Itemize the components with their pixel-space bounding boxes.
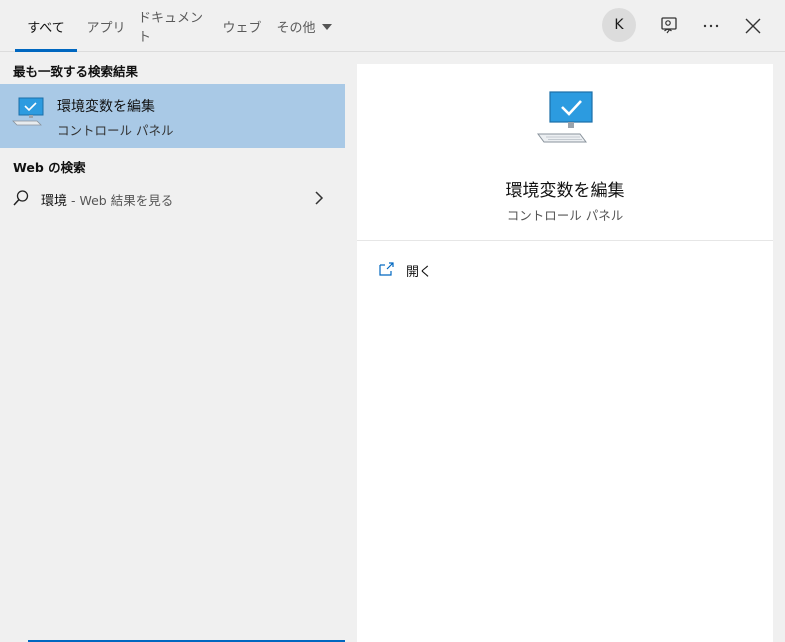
detail-card: 環境変数を編集 コントロール パネル 開く: [357, 64, 773, 642]
web-search-heading: Web の検索: [13, 160, 86, 175]
detail-title: 環境変数を編集: [505, 181, 625, 201]
chevron-down-icon: [321, 24, 332, 30]
tab-more[interactable]: その他: [272, 0, 336, 52]
search-tab-bar: すべて アプリ ドキュメント ウェブ その他 K: [0, 0, 785, 52]
computer-monitor-icon: [12, 97, 46, 131]
best-match-result[interactable]: 環境変数を編集 コントロール パネル: [0, 84, 345, 148]
tab-apps[interactable]: アプリ: [82, 0, 130, 52]
tab-all[interactable]: すべて: [15, 0, 77, 52]
more-options-icon[interactable]: [695, 10, 727, 42]
tab-web[interactable]: ウェブ: [220, 0, 264, 52]
web-query-text: 環境: [41, 194, 68, 209]
detail-subtitle: コントロール パネル: [506, 208, 624, 223]
chevron-right-icon[interactable]: [312, 190, 326, 210]
divider: [357, 240, 773, 241]
feedback-icon[interactable]: [653, 10, 685, 42]
best-match-name: 環境変数を編集: [57, 99, 155, 115]
search-icon: [12, 189, 30, 211]
results-pane: 最も一致する検索結果 環境変数を編集 コントロール パネル Web の検索 環境…: [0, 52, 345, 642]
web-result[interactable]: 環境 - Web 結果を見る: [0, 182, 345, 214]
open-action[interactable]: 開く: [379, 260, 432, 280]
best-match-subtitle: コントロール パネル: [57, 123, 174, 138]
open-action-label: 開く: [406, 264, 433, 280]
web-query-suffix: - Web 結果を見る: [67, 193, 174, 208]
best-match-heading: 最も一致する検索結果: [13, 64, 139, 79]
computer-monitor-icon: [536, 90, 596, 150]
tab-documents[interactable]: ドキュメント: [138, 0, 210, 52]
open-external-icon: [379, 261, 395, 280]
detail-pane: 環境変数を編集 コントロール パネル 開く: [345, 52, 785, 642]
avatar[interactable]: K: [602, 8, 636, 42]
close-icon[interactable]: [737, 10, 769, 42]
